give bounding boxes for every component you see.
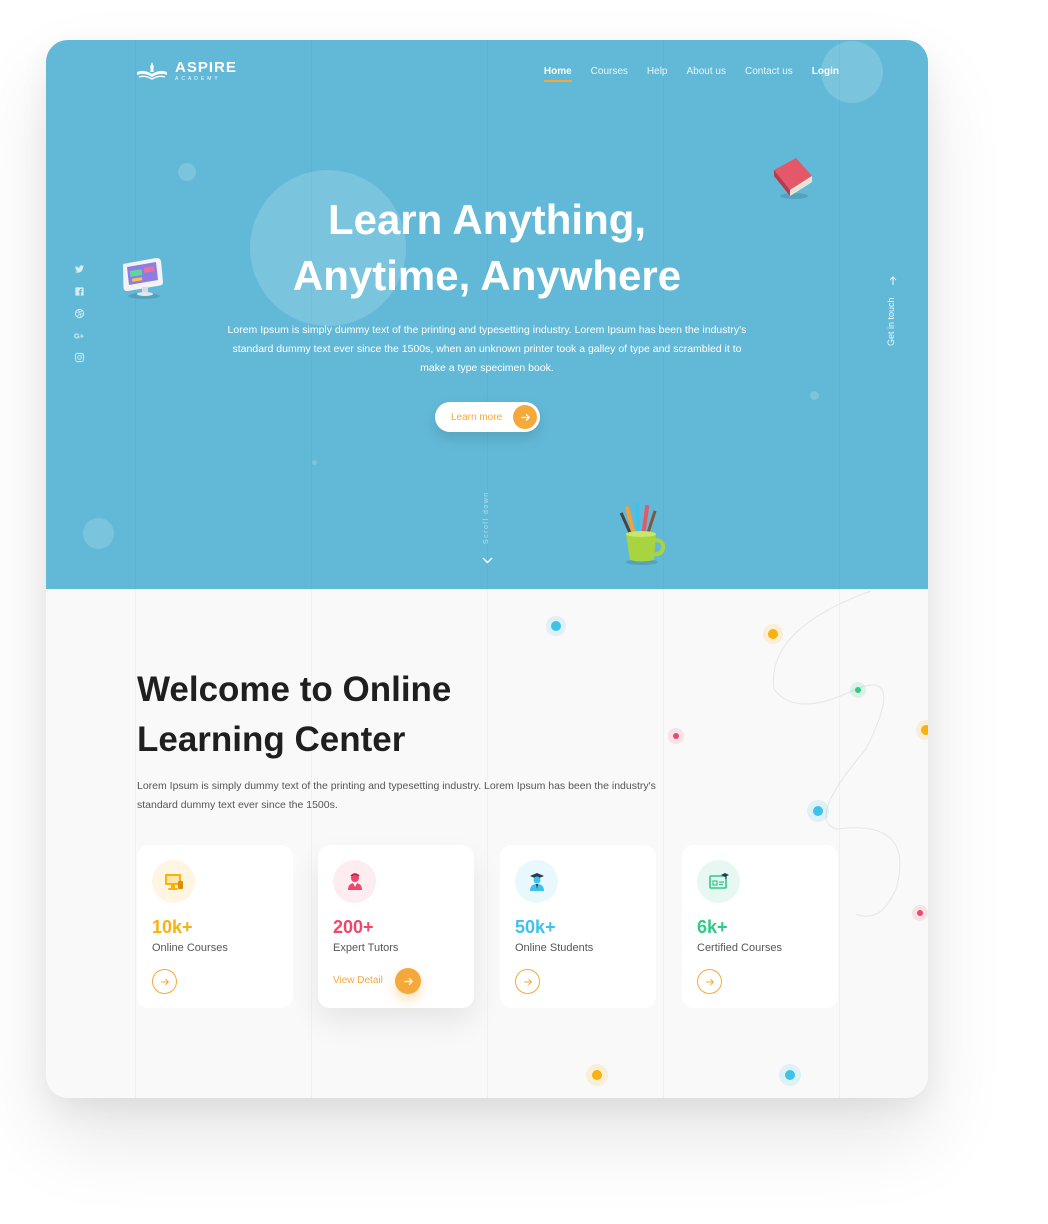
- scroll-down-label: Scroll down: [483, 491, 490, 544]
- decor-dot: [779, 1064, 801, 1086]
- scroll-down-indicator[interactable]: Scroll down: [476, 486, 498, 570]
- stat-label: Certified Courses: [697, 942, 782, 954]
- tutor-icon: [333, 860, 376, 903]
- decor-bubble: [178, 163, 196, 181]
- get-in-touch-link[interactable]: Get in touch: [878, 276, 908, 356]
- certificate-icon: [697, 860, 740, 903]
- welcome-title-line-1: Welcome to Online: [137, 670, 452, 709]
- stat-card-students[interactable]: 50k+ Online Students: [500, 845, 656, 1008]
- book-logo-icon: [137, 62, 167, 80]
- arrow-right-icon: [160, 978, 169, 985]
- brand-name: ASPIRE: [175, 59, 237, 76]
- stat-card-certified[interactable]: 6k+ Certified Courses: [682, 845, 838, 1008]
- grid-line: [839, 40, 840, 589]
- arrow-right-icon: [513, 405, 537, 429]
- arrow-up-icon: [889, 276, 897, 285]
- decor-bubble: [312, 460, 317, 465]
- monitor-icon: [152, 860, 195, 903]
- brand-tagline: ACADEMY: [175, 76, 221, 82]
- decor-dot: [546, 616, 566, 636]
- stat-label: Online Courses: [152, 942, 228, 954]
- google-plus-icon[interactable]: G+: [74, 328, 85, 340]
- welcome-title: Welcome to Online Learning Center: [137, 665, 451, 765]
- chevron-down-icon: [482, 557, 493, 564]
- stat-label: Expert Tutors: [333, 942, 399, 954]
- hero-title-line-1: Learn Anything,: [327, 196, 647, 243]
- arrow-right-icon: [705, 978, 714, 985]
- pencil-cup-illustration-icon: [619, 502, 666, 565]
- nav-item-courses[interactable]: Courses: [591, 66, 628, 77]
- hero-section: ASPIRE ACADEMY Home Courses Help About u…: [46, 40, 928, 589]
- nav-item-contact[interactable]: Contact us: [745, 66, 793, 77]
- nav-item-about[interactable]: About us: [686, 66, 725, 77]
- decor-dot: [850, 682, 866, 698]
- stat-card-courses[interactable]: 10k+ Online Courses: [137, 845, 293, 1008]
- hero-title: Learn Anything, Anytime, Anywhere: [46, 192, 928, 304]
- stat-arrow-button[interactable]: [152, 969, 177, 994]
- decor-dot: [807, 800, 829, 822]
- view-detail-button[interactable]: [395, 968, 421, 994]
- dribbble-icon[interactable]: [74, 306, 85, 319]
- decor-bubble: [810, 391, 819, 400]
- grid-line: [135, 40, 136, 589]
- view-detail-link[interactable]: View Detail: [333, 975, 383, 986]
- stat-value: 50k+: [515, 917, 556, 937]
- stat-arrow-button[interactable]: [515, 969, 540, 994]
- arrow-right-icon: [403, 977, 413, 985]
- brand-logo[interactable]: ASPIRE ACADEMY: [135, 60, 237, 82]
- learn-more-button[interactable]: Learn more: [435, 402, 540, 432]
- decor-dot: [586, 1064, 608, 1086]
- welcome-title-line-2: Learning Center: [137, 720, 406, 759]
- decor-dot: [912, 905, 928, 921]
- login-link[interactable]: Login: [812, 66, 839, 77]
- welcome-description: Lorem Ipsum is simply dummy text of the …: [137, 780, 656, 811]
- nav-item-home[interactable]: Home: [543, 66, 572, 82]
- decor-dot: [763, 624, 783, 644]
- instagram-icon[interactable]: [74, 350, 85, 363]
- arrow-right-icon: [523, 978, 532, 985]
- page-frame: ASPIRE ACADEMY Home Courses Help About u…: [46, 40, 928, 1098]
- learn-more-label: Learn more: [451, 411, 503, 423]
- decor-bubble: [83, 518, 114, 549]
- main-nav: Home Courses Help About us Contact us Lo…: [543, 66, 839, 82]
- get-in-touch-label: Get in touch: [886, 297, 896, 346]
- svg-text:G+: G+: [74, 331, 84, 340]
- stat-arrow-button[interactable]: [697, 969, 722, 994]
- stat-value: 6k+: [697, 917, 728, 937]
- hero-description: Lorem Ipsum is simply dummy text of the …: [227, 324, 747, 374]
- decor-dot: [668, 728, 684, 744]
- hero-title-line-2: Anytime, Anywhere: [292, 252, 682, 299]
- stat-value: 10k+: [152, 917, 193, 937]
- stat-label: Online Students: [515, 942, 594, 954]
- stat-value: 200+: [333, 917, 374, 937]
- stat-card-tutors[interactable]: 200+ Expert Tutors View Detail: [318, 845, 474, 1008]
- student-icon: [515, 860, 558, 903]
- nav-item-help[interactable]: Help: [647, 66, 668, 77]
